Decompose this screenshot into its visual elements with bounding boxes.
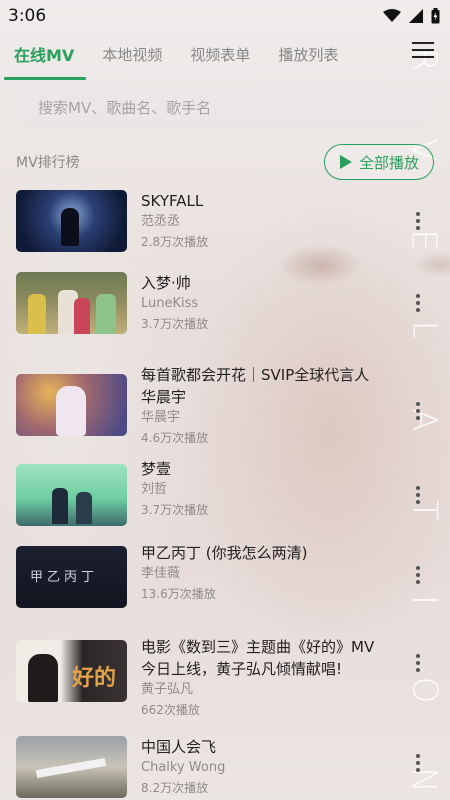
thumbnail-text: 甲乙丙丁 bbox=[30, 570, 99, 585]
mv-thumbnail[interactable] bbox=[16, 272, 127, 334]
mv-thumbnail[interactable] bbox=[16, 190, 127, 252]
mv-title: 甲乙丙丁 (你我怎么两清) bbox=[141, 544, 308, 562]
mv-thumbnail[interactable]: 好的 bbox=[16, 640, 127, 702]
battery-icon bbox=[431, 8, 440, 24]
mv-thumbnail[interactable] bbox=[16, 736, 127, 798]
mv-artist: Chalky Wong bbox=[141, 760, 226, 775]
search-input[interactable]: 搜索MV、歌曲名、歌手名 bbox=[18, 86, 432, 128]
section-title: MV排行榜 bbox=[16, 155, 80, 171]
more-options-icon[interactable] bbox=[416, 566, 422, 584]
mv-play-count: 2.8万次播放 bbox=[141, 235, 209, 249]
mv-play-count: 662次播放 bbox=[141, 703, 200, 717]
wifi-icon bbox=[383, 9, 401, 22]
list-item[interactable]: 中国人会飞 Chalky Wong 8.2万次播放 bbox=[0, 736, 450, 800]
mv-thumbnail[interactable] bbox=[16, 374, 127, 436]
mv-list: SKYFALL 范丞丞 2.8万次播放 入梦·帅 LuneKiss 3.7万次播… bbox=[0, 190, 450, 800]
tab-playlist[interactable]: 播放列表 bbox=[278, 38, 338, 71]
list-item[interactable]: 好的 电影《数到三》主题曲《好的》MV今日上线，黄子弘凡倾情献唱! 黄子弘凡 6… bbox=[0, 636, 450, 736]
mv-thumbnail[interactable] bbox=[16, 464, 127, 526]
thumbnail-text: 好的 bbox=[72, 666, 117, 691]
tab-bar: 在线MV 本地视频 视频表单 播放列表 bbox=[0, 32, 450, 80]
tab-local-video[interactable]: 本地视频 bbox=[102, 38, 162, 71]
tab-video-form[interactable]: 视频表单 bbox=[190, 38, 250, 71]
mv-title: 梦壹 bbox=[141, 460, 172, 478]
list-item[interactable]: 甲乙丙丁 甲乙丙丁 (你我怎么两清) 李佳薇 13.6万次播放 bbox=[0, 542, 450, 636]
signal-icon bbox=[409, 9, 423, 23]
mv-title: 中国人会飞 bbox=[141, 738, 217, 756]
mv-artist: 刘哲 bbox=[141, 482, 168, 497]
mv-play-count: 3.7万次播放 bbox=[141, 317, 209, 331]
mv-artist: LuneKiss bbox=[141, 296, 199, 311]
more-options-icon[interactable] bbox=[416, 294, 422, 312]
mv-title: SKYFALL bbox=[141, 192, 204, 210]
mv-play-count: 13.6万次播放 bbox=[141, 587, 216, 601]
mv-title: 入梦·帅 bbox=[141, 274, 191, 292]
status-time: 3:06 bbox=[8, 6, 47, 26]
mv-title: 每首歌都会开花｜SVIP全球代言人华晨宇 bbox=[141, 366, 370, 406]
mv-title: 电影《数到三》主题曲《好的》MV今日上线，黄子弘凡倾情献唱! bbox=[141, 638, 375, 678]
mv-play-count: 4.6万次播放 bbox=[141, 431, 209, 445]
search-placeholder: 搜索MV、歌曲名、歌手名 bbox=[38, 98, 212, 117]
mv-play-count: 3.7万次播放 bbox=[141, 503, 209, 517]
list-item[interactable]: SKYFALL 范丞丞 2.8万次播放 bbox=[0, 190, 450, 270]
mv-artist: 李佳薇 bbox=[141, 566, 181, 581]
more-options-icon[interactable] bbox=[416, 654, 422, 672]
list-item[interactable]: 入梦·帅 LuneKiss 3.7万次播放 bbox=[0, 270, 450, 364]
play-icon bbox=[339, 155, 352, 169]
more-options-icon[interactable] bbox=[416, 402, 422, 420]
mv-artist: 华晨宇 bbox=[141, 410, 181, 425]
more-options-icon[interactable] bbox=[416, 754, 422, 772]
play-all-label: 全部播放 bbox=[358, 153, 419, 172]
status-bar: 3:06 bbox=[0, 0, 450, 32]
mv-artist: 范丞丞 bbox=[141, 214, 181, 229]
list-item[interactable]: 梦壹 刘哲 3.7万次播放 bbox=[0, 458, 450, 542]
menu-icon[interactable] bbox=[412, 42, 434, 60]
mv-artist: 黄子弘凡 bbox=[141, 682, 194, 697]
play-all-button[interactable]: 全部播放 bbox=[324, 144, 434, 180]
more-options-icon[interactable] bbox=[416, 486, 422, 504]
tab-online-mv[interactable]: 在线MV bbox=[3, 36, 87, 80]
mv-play-count: 8.2万次播放 bbox=[141, 781, 209, 795]
more-options-icon[interactable] bbox=[416, 212, 422, 230]
mv-thumbnail[interactable]: 甲乙丙丁 bbox=[16, 546, 127, 608]
list-item[interactable]: 每首歌都会开花｜SVIP全球代言人华晨宇 华晨宇 4.6万次播放 bbox=[0, 364, 450, 458]
